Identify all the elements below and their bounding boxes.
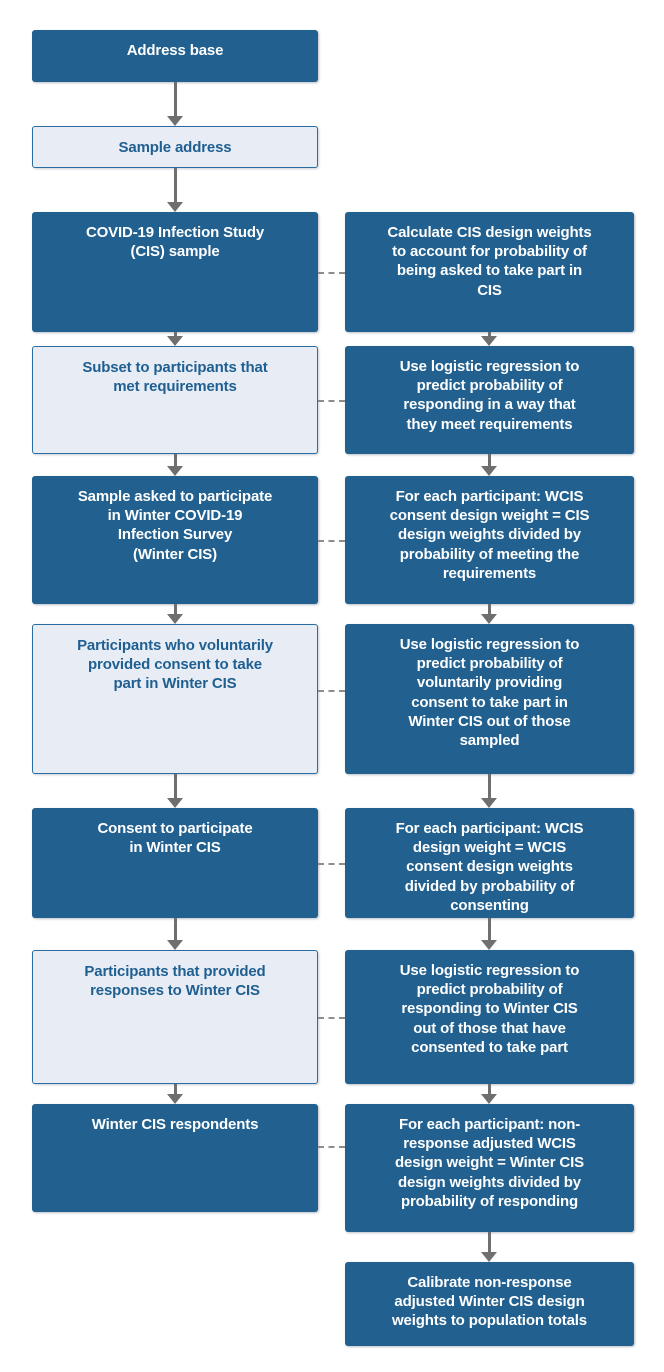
node-label: Calibrate non-response adjusted Winter C… bbox=[392, 1274, 587, 1330]
node-wcis-consent-design-weight: For each participant: WCIS consent desig… bbox=[345, 476, 634, 604]
node-label: Use logistic regression to predict proba… bbox=[399, 636, 580, 749]
node-label: Sample address bbox=[118, 139, 232, 156]
arrow-down-r3 bbox=[481, 604, 497, 624]
flowchart-canvas: Address base Sample address COVID-19 Inf… bbox=[0, 0, 664, 1372]
arrow-down-3 bbox=[167, 332, 183, 346]
arrow-down-r7 bbox=[481, 1232, 497, 1262]
dashed-link-7 bbox=[318, 1146, 345, 1148]
dashed-link-5 bbox=[318, 863, 345, 865]
node-label: Use logistic regression to predict proba… bbox=[399, 962, 580, 1056]
arrow-down-r4 bbox=[481, 774, 497, 808]
node-consent-to-participate: Consent to participate in Winter CIS bbox=[32, 808, 318, 918]
dashed-link-6 bbox=[318, 1017, 345, 1019]
node-participants-provided-responses: Participants that provided responses to … bbox=[32, 950, 318, 1084]
node-label: Subset to participants that met requirem… bbox=[82, 359, 268, 396]
dashed-link-1 bbox=[318, 272, 345, 274]
arrow-down-8 bbox=[167, 1084, 183, 1104]
node-address-base: Address base bbox=[32, 30, 318, 82]
node-logistic-regression-consent: Use logistic regression to predict proba… bbox=[345, 624, 634, 774]
node-label: For each participant: WCIS consent desig… bbox=[389, 488, 590, 582]
node-label: Sample asked to participate in Winter CO… bbox=[77, 488, 273, 563]
node-logistic-regression-responding: Use logistic regression to predict proba… bbox=[345, 950, 634, 1084]
node-label: Use logistic regression to predict proba… bbox=[399, 358, 580, 433]
dashed-link-3 bbox=[318, 540, 345, 542]
node-label: Calculate CIS design weights to account … bbox=[387, 224, 592, 299]
arrow-down-r5 bbox=[481, 918, 497, 950]
node-wcis-design-weight: For each participant: WCIS design weight… bbox=[345, 808, 634, 918]
node-label: COVID-19 Infection Study (CIS) sample bbox=[85, 224, 265, 261]
arrow-down-4 bbox=[167, 454, 183, 476]
arrow-down-1 bbox=[167, 82, 183, 126]
arrow-down-r6 bbox=[481, 1084, 497, 1104]
node-label: For each participant: non- response adju… bbox=[395, 1116, 584, 1210]
node-logistic-regression-requirements: Use logistic regression to predict proba… bbox=[345, 346, 634, 454]
node-subset-met-requirements: Subset to participants that met requirem… bbox=[32, 346, 318, 454]
node-label: Participants that provided responses to … bbox=[84, 963, 266, 1000]
arrow-down-5 bbox=[167, 604, 183, 624]
dashed-link-4 bbox=[318, 690, 345, 692]
node-participants-voluntary-consent: Participants who voluntarily provided co… bbox=[32, 624, 318, 774]
node-cis-sample: COVID-19 Infection Study (CIS) sample bbox=[32, 212, 318, 332]
node-sample-address: Sample address bbox=[32, 126, 318, 168]
node-label: Participants who voluntarily provided co… bbox=[77, 637, 273, 693]
node-label: Consent to participate in Winter CIS bbox=[97, 820, 253, 857]
node-sample-asked-participate: Sample asked to participate in Winter CO… bbox=[32, 476, 318, 604]
arrow-down-6 bbox=[167, 774, 183, 808]
node-calibrate-population-totals: Calibrate non-response adjusted Winter C… bbox=[345, 1262, 634, 1346]
node-nonresponse-adjusted-weight: For each participant: non- response adju… bbox=[345, 1104, 634, 1232]
arrow-down-r2 bbox=[481, 454, 497, 476]
arrow-down-2 bbox=[167, 168, 183, 212]
node-winter-cis-respondents: Winter CIS respondents bbox=[32, 1104, 318, 1212]
node-label: Address base bbox=[126, 42, 224, 59]
node-calculate-cis-design-weights: Calculate CIS design weights to account … bbox=[345, 212, 634, 332]
node-label: Winter CIS respondents bbox=[91, 1116, 259, 1133]
arrow-down-7 bbox=[167, 918, 183, 950]
arrow-down-r1 bbox=[481, 332, 497, 346]
dashed-link-2 bbox=[318, 400, 345, 402]
node-label: For each participant: WCIS design weight… bbox=[395, 820, 584, 914]
